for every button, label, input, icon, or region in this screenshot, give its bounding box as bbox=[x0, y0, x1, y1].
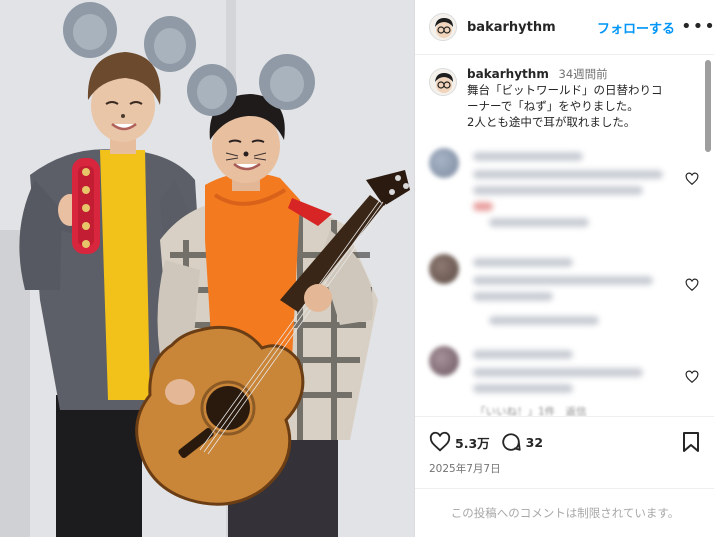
comment-count[interactable]: 32 bbox=[526, 435, 543, 450]
post-date[interactable]: 2025年7月7日 bbox=[429, 461, 501, 476]
bookmark-icon[interactable] bbox=[681, 431, 701, 453]
caption-line: 2人とも途中で耳が取れました。 bbox=[467, 115, 636, 129]
comment-like-icon[interactable] bbox=[685, 278, 699, 292]
comments-area[interactable]: bakarhythm 34週間前 舞台「ビットワールド」の日替わりコ ーナーで「… bbox=[415, 56, 714, 416]
blurred-text bbox=[473, 152, 583, 161]
blurred-text bbox=[473, 368, 643, 377]
commenter-avatar[interactable] bbox=[429, 148, 459, 178]
caption-line: 舞台「ビットワールド」の日替わりコ bbox=[467, 83, 663, 97]
comment-like-icon[interactable] bbox=[685, 370, 699, 384]
more-options-icon[interactable]: ••• bbox=[681, 16, 714, 37]
blurred-meta bbox=[489, 218, 589, 227]
blurred-text bbox=[473, 186, 643, 195]
avatar-illustration bbox=[430, 69, 456, 95]
restricted-notice: この投稿へのコメントは制限されています。 bbox=[450, 506, 680, 520]
blurred-emoji bbox=[473, 202, 493, 211]
post-side-panel: bakarhythm フォローする ••• bakarhythm 34週間前 舞… bbox=[414, 0, 714, 537]
blurred-text bbox=[473, 258, 573, 267]
caption-username[interactable]: bakarhythm bbox=[467, 67, 549, 81]
like-count[interactable]: 5.3万 bbox=[455, 433, 490, 452]
caption-line: ーナーで「ねず」をやりました。 bbox=[467, 99, 639, 113]
blurred-meta bbox=[489, 316, 599, 325]
caption-body: bakarhythm 34週間前 舞台「ビットワールド」の日替わりコ ーナーで「… bbox=[467, 66, 663, 130]
blurred-text bbox=[473, 350, 573, 359]
profile-avatar[interactable] bbox=[429, 13, 457, 41]
blurred-text bbox=[473, 384, 573, 393]
post-photo[interactable] bbox=[0, 0, 414, 537]
post-actions: 5.3万 32 2025年7月7日 bbox=[415, 416, 714, 486]
commenter-avatar[interactable] bbox=[429, 346, 459, 376]
post-caption: bakarhythm 34週間前 舞台「ビットワールド」の日替わりコ ーナーで「… bbox=[429, 66, 699, 130]
caption-time[interactable]: 34週間前 bbox=[559, 67, 608, 81]
heart-icon[interactable] bbox=[429, 431, 451, 453]
post-header: bakarhythm フォローする ••• bbox=[415, 0, 714, 55]
caption-avatar[interactable] bbox=[429, 68, 457, 96]
comments-scrollbar[interactable] bbox=[705, 60, 711, 152]
avatar-illustration bbox=[430, 14, 456, 40]
commenter-avatar[interactable] bbox=[429, 254, 459, 284]
comment-like-icon[interactable] bbox=[685, 172, 699, 186]
blurred-text bbox=[473, 276, 653, 285]
comment-reply-row[interactable]: 「いいね！」1件 返信 bbox=[475, 404, 587, 416]
blurred-comment bbox=[429, 148, 709, 228]
blurred-text bbox=[473, 292, 553, 301]
instagram-post-frame: bakarhythm フォローする ••• bakarhythm 34週間前 舞… bbox=[0, 0, 714, 537]
comment-icon[interactable] bbox=[500, 431, 522, 453]
photo-illustration bbox=[0, 0, 414, 537]
comments-restricted-footer: この投稿へのコメントは制限されています。 bbox=[415, 488, 714, 537]
blurred-comment bbox=[429, 254, 709, 334]
header-username[interactable]: bakarhythm bbox=[467, 20, 556, 35]
blurred-text bbox=[473, 170, 663, 179]
follow-button[interactable]: フォローする bbox=[597, 18, 675, 37]
action-row: 5.3万 32 bbox=[429, 431, 553, 453]
